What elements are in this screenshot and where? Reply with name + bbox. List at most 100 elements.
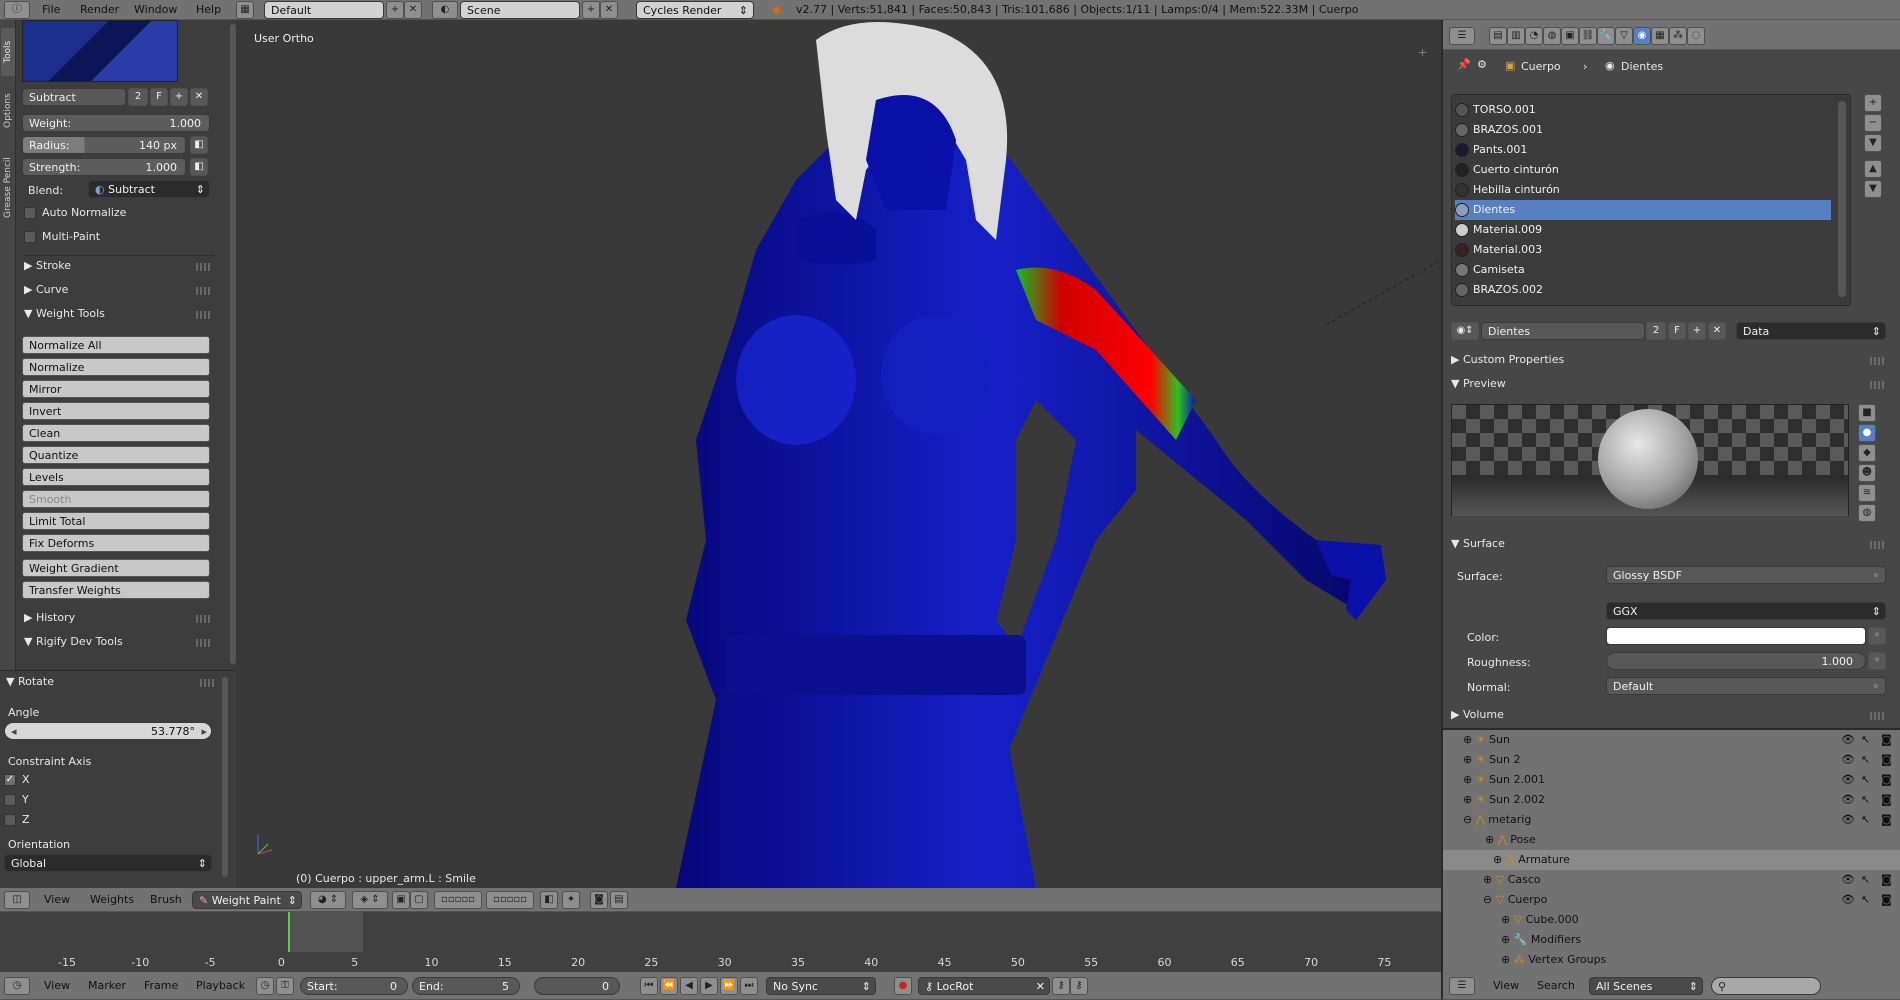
material-slot-item[interactable]: Dientes xyxy=(1455,200,1831,220)
normalize-button[interactable]: Normalize xyxy=(22,358,210,376)
material-slot-item[interactable]: BRAZOS.001 xyxy=(1455,120,1831,140)
render-camera-icon[interactable]: ◙ xyxy=(1881,790,1892,810)
preview-flat-icon[interactable]: ■ xyxy=(1858,404,1876,422)
delete-keyframe-icon[interactable]: ⚷ xyxy=(1070,977,1088,995)
material-slot-item[interactable]: TORSO.001 xyxy=(1455,100,1831,120)
mirror-button[interactable]: Mirror xyxy=(22,380,210,398)
delete-brush-icon[interactable]: ✕ xyxy=(190,88,208,106)
menu-marker[interactable]: Marker xyxy=(88,975,126,997)
play-icon[interactable]: ▶ xyxy=(700,977,718,995)
expand-toggle-icon[interactable]: ⊕ xyxy=(1485,833,1498,846)
slot-specials-icon[interactable]: ▼ xyxy=(1864,134,1882,152)
info-editor-icon[interactable]: ⓘ xyxy=(4,1,30,19)
current-frame-field[interactable]: 0 xyxy=(534,977,620,995)
object-tab-icon[interactable]: ▣ xyxy=(1561,27,1579,45)
roughness-slider[interactable]: 1.000 xyxy=(1606,652,1866,670)
preview-sphere-icon[interactable]: ● xyxy=(1858,424,1876,442)
auto-normalize-checkbox[interactable]: Auto Normalize xyxy=(24,206,126,219)
render-camera-icon[interactable]: ◙ xyxy=(1881,890,1892,910)
display-mode-select[interactable]: All Scenes ⇕ xyxy=(1589,977,1703,995)
browse-material-icon[interactable]: ◉⇕ xyxy=(1451,322,1479,340)
world-tab-icon[interactable]: ◍ xyxy=(1543,27,1561,45)
render-camera-icon[interactable]: ◙ xyxy=(1881,730,1892,750)
menu-playback[interactable]: Playback xyxy=(196,975,245,997)
keying-set-field[interactable]: ⚷ LocRot ✕ xyxy=(918,977,1050,995)
outliner-search-input[interactable]: ⚲ xyxy=(1711,977,1821,995)
material-slot-item[interactable]: BRAZOS.002 xyxy=(1455,280,1831,300)
add-scene-icon[interactable]: + xyxy=(582,1,600,19)
select-arrow-icon[interactable]: ↖ xyxy=(1861,750,1870,770)
jump-end-icon[interactable]: ⏭ xyxy=(740,977,758,995)
data-tab-icon[interactable]: ▽ xyxy=(1615,27,1633,45)
constraint-z-checkbox[interactable]: Z xyxy=(4,813,30,826)
record-icon[interactable]: ● xyxy=(894,977,912,995)
tab-tools[interactable]: Tools xyxy=(1,28,15,76)
panel-rigify-dev-tools[interactable]: ▼ Rigify Dev Tools xyxy=(24,632,123,652)
visibility-eye-icon[interactable]: 👁 xyxy=(1841,790,1855,810)
roughness-socket-icon[interactable]: ◦ xyxy=(1868,652,1886,670)
panel-grip-icon[interactable] xyxy=(196,287,210,295)
end-frame-field[interactable]: End: 5 xyxy=(412,977,520,995)
editor-type-icon[interactable]: ◫ xyxy=(4,891,30,909)
weight-slider[interactable]: Weight: 1.000 xyxy=(22,114,210,132)
outliner-item[interactable]: ⊕ ☀ Sun 👁 ↖ ◙ xyxy=(1443,730,1900,750)
select-arrow-icon[interactable]: ↖ xyxy=(1861,890,1870,910)
select-arrow-icon[interactable]: ↖ xyxy=(1861,730,1870,750)
rotate-operator-header[interactable]: ▼ Rotate xyxy=(6,672,54,692)
unlink-material-icon[interactable]: ✕ xyxy=(1708,322,1726,340)
outliner-item[interactable]: ⊕ ⋀ Armature xyxy=(1443,850,1900,870)
remove-slot-icon[interactable]: − xyxy=(1864,114,1882,132)
panel-grip-icon[interactable] xyxy=(196,639,210,647)
panel-grip-icon[interactable] xyxy=(1870,381,1884,389)
preview-hair-icon[interactable]: ≋ xyxy=(1858,484,1876,502)
panel-grip-icon[interactable] xyxy=(1870,541,1884,549)
scene-icon[interactable]: ◐ xyxy=(432,1,458,19)
orientation-select[interactable]: Global ⇕ xyxy=(4,854,212,872)
add-layout-icon[interactable]: + xyxy=(386,1,404,19)
playhead[interactable] xyxy=(288,912,290,952)
levels-button[interactable]: Levels xyxy=(22,468,210,486)
visibility-eye-icon[interactable]: 👁 xyxy=(1841,870,1855,890)
add-material-icon[interactable]: + xyxy=(1688,322,1706,340)
link-select[interactable]: Data ⇕ xyxy=(1736,322,1886,340)
expand-toggle-icon[interactable]: ⊕ xyxy=(1493,853,1506,866)
expand-toggle-icon[interactable]: ⊕ xyxy=(1501,913,1514,926)
outliner-item[interactable]: ⊕ ⋀ Pose xyxy=(1443,830,1900,850)
preview-sky-icon[interactable]: ◍ xyxy=(1858,504,1876,522)
select-arrow-icon[interactable]: ↖ xyxy=(1861,770,1870,790)
render-camera-icon[interactable]: ◙ xyxy=(1881,870,1892,890)
expand-toggle-icon[interactable]: ⊕ xyxy=(1501,933,1514,946)
material-users-count[interactable]: 2 xyxy=(1646,322,1666,340)
next-keyframe-icon[interactable]: ⏩ xyxy=(720,977,738,995)
snap-icon[interactable]: ✦ xyxy=(562,891,580,909)
expand-toggle-icon[interactable]: ⊕ xyxy=(1463,793,1476,806)
panel-history[interactable]: ▶ History xyxy=(24,608,75,628)
clean-button[interactable]: Clean xyxy=(22,424,210,442)
list-scrollbar[interactable] xyxy=(1838,101,1846,297)
expand-toggle-icon[interactable]: ⊖ xyxy=(1463,813,1476,826)
expand-toggle-icon[interactable]: ⊕ xyxy=(1483,873,1496,886)
menu-outliner-view[interactable]: View xyxy=(1493,975,1519,997)
expand-toggle-icon[interactable]: ⊕ xyxy=(1463,773,1476,786)
insert-keyframe-icon[interactable]: ⚷ xyxy=(1052,977,1070,995)
render-camera-icon[interactable]: ◙ xyxy=(1881,810,1892,830)
move-slot-down-icon[interactable]: ▼ xyxy=(1864,180,1882,198)
delete-layout-icon[interactable]: ✕ xyxy=(404,1,422,19)
visibility-eye-icon[interactable]: 👁 xyxy=(1841,730,1855,750)
expand-toggle-icon[interactable]: ⊕ xyxy=(1501,953,1514,966)
visibility-eye-icon[interactable]: 👁 xyxy=(1841,750,1855,770)
visibility-eye-icon[interactable]: 👁 xyxy=(1841,810,1855,830)
visibility-eye-icon[interactable]: 👁 xyxy=(1841,770,1855,790)
pin-icon[interactable]: 📌 xyxy=(1457,58,1471,71)
texture-tab-icon[interactable]: ▦ xyxy=(1651,27,1669,45)
layers-left-grid[interactable]: ▫▫▫▫▫ xyxy=(434,891,482,909)
expand-toggle-icon[interactable]: ⊕ xyxy=(1463,753,1476,766)
outliner-item[interactable]: ⊕ ⁂ Vertex Groups xyxy=(1443,950,1900,970)
render-tab-icon[interactable]: ▤ xyxy=(1489,27,1507,45)
add-brush-icon[interactable]: + xyxy=(170,88,188,106)
panel-grip-icon[interactable] xyxy=(196,615,210,623)
add-slot-icon[interactable]: + xyxy=(1864,94,1882,112)
select-arrow-icon[interactable]: ↖ xyxy=(1861,870,1870,890)
start-frame-field[interactable]: Start: 0 xyxy=(300,977,408,995)
lock-layers-icon[interactable]: ◧ xyxy=(540,891,558,909)
